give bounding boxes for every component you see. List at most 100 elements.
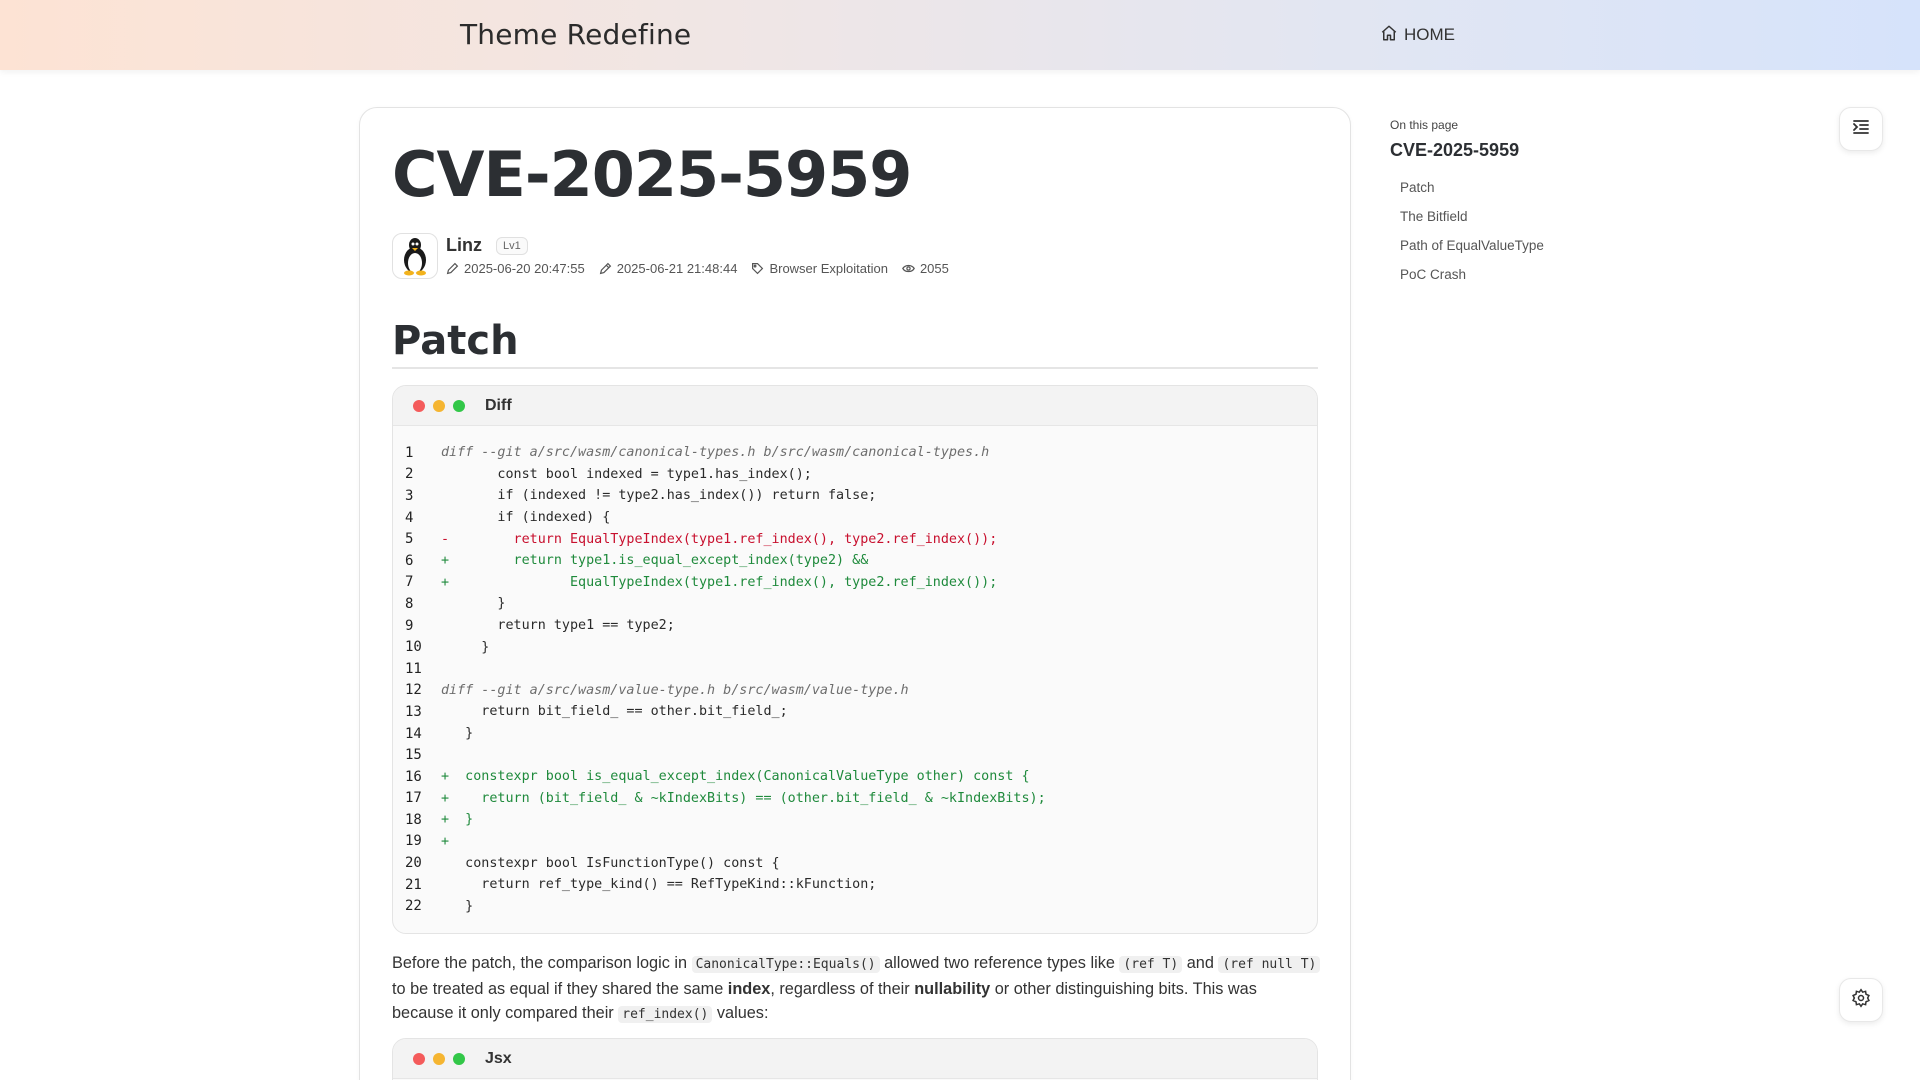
code-line: 19 +: [393, 831, 1317, 853]
table-of-contents: On this page CVE-2025-5959 Patch The Bitf…: [1390, 118, 1590, 289]
heading-divider: [392, 367, 1318, 369]
code-text: diff --git a/src/wasm/value-type.h b/src…: [441, 682, 909, 698]
code-text: return bit_field_ == other.bit_field_;: [441, 704, 788, 720]
code-text: }: [441, 596, 506, 612]
code-language-label: Diff: [485, 396, 512, 414]
code-text: if (indexed != type2.has_index()) return…: [441, 488, 877, 504]
article-title: CVE-2025-5959: [392, 138, 912, 211]
code-line: 13 return bit_field_ == other.bit_field_…: [393, 701, 1317, 723]
inline-code: (ref null T): [1218, 956, 1321, 973]
code-line: 10 }: [393, 636, 1317, 658]
site-brand[interactable]: Theme Redefine: [460, 18, 691, 51]
code-line: 11: [393, 658, 1317, 680]
code-text: }: [441, 898, 474, 914]
tux-avatar-icon: [404, 238, 426, 276]
window-dot-red[interactable]: [413, 399, 425, 412]
window-dot-green[interactable]: [453, 399, 465, 412]
author-level-badge: Lv1: [496, 237, 528, 255]
toc-item[interactable]: The Bitfield: [1390, 202, 1548, 231]
code-line: 14 }: [393, 723, 1317, 745]
line-number: 5: [405, 531, 414, 548]
code-block-jsx: Jsx: [392, 1038, 1318, 1080]
code-block-header: Jsx: [393, 1039, 1317, 1079]
updated-date: 2025-06-21 21:48:44: [599, 261, 737, 276]
eye-icon: [902, 264, 915, 273]
code-text: diff --git a/src/wasm/canonical-types.h …: [441, 445, 990, 461]
post-meta: 2025-06-20 20:47:55 2025-06-21 21:48:44 …: [446, 261, 949, 276]
code-block-diff: Diff 1 diff --git a/src/wasm/canonical-ty…: [392, 385, 1318, 935]
window-dot-green[interactable]: [453, 1052, 465, 1065]
nav-home-link[interactable]: HOME: [1380, 23, 1455, 47]
code-line: 9 return type1 == type2;: [393, 615, 1317, 637]
line-number: 17: [405, 790, 422, 807]
code-text: + }: [441, 812, 474, 828]
code-line: 4 if (indexed) {: [393, 507, 1317, 529]
line-number: 20: [405, 855, 422, 872]
toc-toggle-button[interactable]: [1839, 107, 1883, 151]
code-text: + return type1.is_equal_except_index(typ…: [441, 553, 869, 569]
window-dot-red[interactable]: [413, 1052, 425, 1065]
line-number: 6: [405, 552, 414, 569]
code-line: 3 if (indexed != type2.has_index()) retu…: [393, 485, 1317, 507]
window-dot-yellow[interactable]: [433, 1052, 445, 1065]
code-block-header: Diff: [393, 386, 1317, 426]
code-text: }: [441, 639, 490, 655]
avatar[interactable]: [392, 233, 438, 279]
view-count: 2055: [902, 261, 949, 276]
settings-button[interactable]: [1839, 978, 1883, 1022]
toc-label: On this page: [1390, 118, 1459, 132]
line-number: 7: [405, 574, 414, 591]
explanation-paragraph: Before the patch, the comparison logic i…: [392, 951, 1322, 1027]
line-number: 22: [405, 898, 422, 915]
line-number: 12: [405, 682, 422, 699]
code-text: - return EqualTypeIndex(type1.ref_index(…: [441, 531, 998, 547]
line-number: 9: [405, 617, 414, 634]
article-card: CVE-2025-5959 Linz Lv1 2025-06-20 20:47:…: [359, 107, 1351, 1080]
code-text: const bool indexed = type1.has_index();: [441, 466, 812, 482]
gear-icon: [1851, 987, 1871, 1013]
line-number: 2: [405, 466, 414, 483]
code-body: 1 diff --git a/src/wasm/canonical-types.h…: [393, 426, 1317, 933]
category-tag[interactable]: Browser Exploitation: [751, 261, 888, 276]
line-number: 11: [405, 660, 422, 677]
code-line: 6 + return type1.is_equal_except_index(ty…: [393, 550, 1317, 572]
line-number: 16: [405, 768, 422, 785]
line-number: 21: [405, 876, 422, 893]
code-text: return type1 == type2;: [441, 618, 675, 634]
code-line: 2 const bool indexed = type1.has_index()…: [393, 464, 1317, 486]
toc-item[interactable]: Patch: [1390, 173, 1548, 202]
code-text: +: [441, 833, 450, 849]
toc-title[interactable]: CVE-2025-5959: [1390, 140, 1590, 161]
code-line: 12 diff --git a/src/wasm/value-type.h b/s…: [393, 680, 1317, 702]
window-dot-yellow[interactable]: [433, 399, 445, 412]
code-line: 18 + }: [393, 809, 1317, 831]
line-number: 3: [405, 487, 414, 504]
author-meta: Linz Lv1 2025-06-20 20:47:55 2025-06-21 …: [392, 233, 1292, 281]
code-line: 22 }: [393, 895, 1317, 917]
line-number: 13: [405, 703, 422, 720]
pencil-icon: [446, 262, 459, 275]
pen-edit-icon: [599, 262, 611, 275]
code-text: return ref_type_kind() == RefTypeKind::k…: [441, 877, 877, 893]
toc-item[interactable]: Path of EqualValueType: [1390, 231, 1548, 260]
code-line: 16 + constexpr bool is_equal_except_index…: [393, 766, 1317, 788]
indent-list-icon: [1851, 117, 1871, 142]
code-line: 20 constexpr bool IsFunctionType() const…: [393, 852, 1317, 874]
code-line: 7 + EqualTypeIndex(type1.ref_index(), typ…: [393, 572, 1317, 594]
line-number: 10: [405, 639, 422, 656]
home-icon: [1380, 24, 1398, 47]
code-line: 17 + return (bit_field_ & ~kIndexBits) ==…: [393, 788, 1317, 810]
code-text: + EqualTypeIndex(type1.ref_index(), type…: [441, 574, 998, 590]
code-text: constexpr bool IsFunctionType() const {: [441, 855, 780, 871]
inline-code: CanonicalType::Equals(): [691, 956, 880, 973]
code-language-label: Jsx: [485, 1049, 512, 1067]
inline-code: (ref T): [1119, 956, 1183, 973]
code-text: if (indexed) {: [441, 510, 611, 526]
toc-item[interactable]: PoC Crash: [1390, 260, 1548, 289]
code-line: 15: [393, 744, 1317, 766]
line-number: 8: [405, 595, 414, 612]
author-name[interactable]: Linz: [446, 235, 482, 256]
code-text: + return (bit_field_ & ~kIndexBits) == (…: [441, 790, 1046, 806]
line-number: 18: [405, 811, 422, 828]
toc-list: Patch The Bitfield Path of EqualValueType P…: [1390, 173, 1590, 289]
